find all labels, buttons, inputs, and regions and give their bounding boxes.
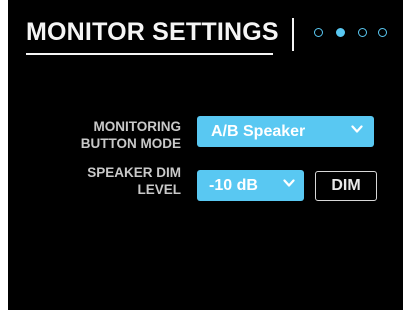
page-dot-4-icon[interactable] xyxy=(378,28,387,37)
chevron-down-icon xyxy=(351,125,363,133)
page-dot-3-icon[interactable] xyxy=(358,28,367,37)
monitoring-button-mode-label-line2: BUTTON MODE xyxy=(80,136,181,151)
speaker-dim-level-label-line2: LEVEL xyxy=(137,182,181,197)
speaker-dim-level-select[interactable]: -10 dB xyxy=(197,170,304,201)
dim-button[interactable]: DIM xyxy=(315,171,377,201)
header: MONITOR SETTINGS xyxy=(26,16,396,55)
speaker-dim-level-label-line1: SPEAKER DIM xyxy=(87,165,181,180)
title-underline xyxy=(26,53,273,55)
speaker-dim-level-value: -10 dB xyxy=(209,176,258,194)
page-title: MONITOR SETTINGS xyxy=(26,18,279,46)
monitoring-button-mode-label: MONITORING BUTTON MODE xyxy=(81,118,181,152)
page-dot-2-icon[interactable] xyxy=(336,28,345,37)
page-indicator xyxy=(314,28,392,40)
monitoring-button-mode-select[interactable]: A/B Speaker xyxy=(197,116,374,147)
monitoring-button-mode-value: A/B Speaker xyxy=(211,122,306,140)
monitoring-button-mode-label-line1: MONITORING xyxy=(93,119,182,134)
title-divider xyxy=(292,18,294,51)
page-dot-1-icon[interactable] xyxy=(314,28,323,37)
speaker-dim-level-label: SPEAKER DIM LEVEL xyxy=(87,164,181,198)
monitor-settings-screen: MONITOR SETTINGS MONITORING BUTTON MODE … xyxy=(8,0,403,310)
chevron-down-icon xyxy=(283,179,295,187)
